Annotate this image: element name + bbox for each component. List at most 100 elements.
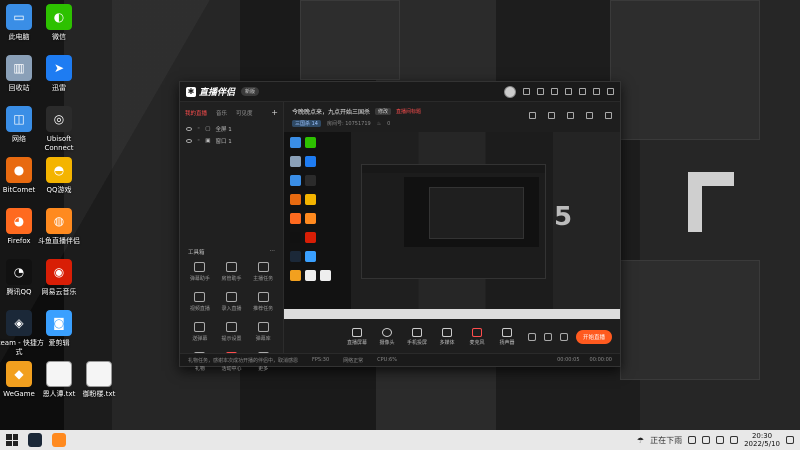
control-camera[interactable]: 摄像头 [372, 328, 402, 346]
eye-icon[interactable] [186, 139, 192, 143]
gift-icon[interactable] [548, 112, 555, 119]
tool-icon [257, 262, 269, 272]
stream-info-header: 今晚晚点来，九点开始三国杀 修改 直播间标题 三国杀 14 房间号: 10751… [284, 102, 620, 132]
toolbox-item[interactable]: 视频直播 [184, 292, 216, 312]
message-icon[interactable] [551, 88, 558, 95]
preview-app-icon [305, 270, 316, 281]
mic-icon [472, 328, 482, 337]
toolbox-item[interactable]: 送弹幕 [184, 322, 216, 342]
tool-icon [194, 322, 206, 332]
version-badge[interactable]: 新版 [241, 87, 260, 96]
douyu-taskbar-icon[interactable] [52, 433, 66, 447]
lock-icon[interactable]: ◦ [197, 126, 200, 132]
start-live-button[interactable]: 开始直播 [575, 330, 612, 344]
chevron-up-icon[interactable] [688, 436, 697, 444]
tool-label: 主播任务 [253, 276, 274, 282]
desktop-icon[interactable]: 御粉楼.txt [74, 361, 124, 399]
tool-label: 更多 [258, 366, 269, 372]
minimize-icon[interactable] [579, 88, 586, 95]
close-icon[interactable] [607, 88, 614, 95]
camera-icon [382, 328, 392, 337]
box-icon[interactable] [567, 112, 574, 119]
edit-title-button[interactable]: 修改 [375, 108, 392, 115]
weather-text[interactable]: 正在下雨 [650, 435, 682, 446]
weather-icon[interactable]: ☂ [637, 436, 644, 445]
clock[interactable]: 20:30 2022/5/10 [744, 432, 780, 448]
record-icon[interactable] [527, 333, 536, 341]
control-phone[interactable]: 手机投屏 [402, 328, 432, 346]
taskbar: ☂ 正在下雨 20:30 2022/5/10 [0, 430, 800, 450]
desktop-app-icon: ▭ [6, 4, 32, 30]
eye-icon[interactable] [186, 127, 192, 131]
tab-music[interactable]: 音乐 [216, 109, 227, 117]
toolbox-item[interactable]: 录入直播 [216, 292, 248, 312]
tool-label: 弹幕助手 [189, 276, 210, 282]
app-logo-icon: ✱ [186, 86, 196, 97]
preview-app-icon [305, 213, 316, 224]
toolbox-item[interactable]: 房管助手 [216, 262, 248, 282]
toolbox-item[interactable]: 主播任务 [247, 262, 279, 282]
maximize-icon[interactable] [593, 88, 600, 95]
desktop-icon-label: 网易云音乐 [41, 288, 77, 296]
tool-icon [225, 262, 237, 272]
desktop-app-icon: ● [6, 157, 32, 183]
preview-app-icon [290, 156, 301, 167]
settings-icon[interactable] [559, 333, 568, 341]
control-mic[interactable]: 麦克风 [462, 328, 492, 346]
avatar[interactable] [504, 85, 516, 98]
share-icon[interactable] [529, 112, 536, 119]
input-method-icon[interactable] [730, 436, 739, 444]
network-icon[interactable] [702, 436, 711, 444]
room-id: 房间号: 10751719 [326, 121, 371, 127]
bell-icon[interactable] [586, 112, 593, 119]
desktop-icon[interactable]: ◉ 网易云音乐 [34, 259, 84, 297]
settings-icon[interactable] [565, 88, 572, 95]
toolbox-item[interactable]: 推荐任务 [247, 292, 279, 312]
link-icon[interactable] [605, 112, 612, 119]
more-icon[interactable]: ⋯ [270, 248, 276, 256]
notification-icon[interactable] [786, 436, 794, 444]
stream-preview[interactable]: 5 [284, 132, 620, 319]
control-bar: 直播屏幕 摄像头 手机投屏 多媒体 麦克风 扬声器 开始直播 [284, 319, 620, 355]
stream-title[interactable]: 今晚晚点来，九点开始三国杀 [292, 107, 370, 116]
clock-date: 2022/5/10 [744, 440, 780, 448]
desktop-icon[interactable]: ◎ Ubisoft Connect [34, 106, 84, 153]
control-screen[interactable]: 直播屏幕 [342, 328, 372, 346]
app-titlebar[interactable]: ✱ 直播伴侣 新版 [180, 82, 620, 102]
desktop-icon[interactable]: ◙ 爱剪辑 [34, 310, 84, 348]
desktop-icon[interactable]: ◍ 斗鱼直播伴侣 [34, 208, 84, 246]
desktop-icon[interactable]: ◓ QQ游戏 [34, 157, 84, 195]
toolbox-item[interactable]: 弹幕库 [247, 322, 279, 342]
preview-app-icon [290, 270, 301, 281]
eye-icon[interactable] [543, 333, 552, 341]
control-speaker[interactable]: 扬声器 [492, 328, 522, 346]
desktop-app-icon: ➤ [46, 55, 72, 81]
tool-icon [257, 322, 269, 332]
category-badge[interactable]: 三国杀 14 [292, 120, 321, 127]
windows-start-icon[interactable] [6, 434, 18, 446]
lock-icon[interactable]: ◦ [197, 138, 200, 144]
toolbox-item[interactable]: 弹幕助手 [184, 262, 216, 282]
desktop-app-icon: ◉ [46, 259, 72, 285]
preview-app-icon [305, 156, 316, 167]
desktop-icon[interactable]: ➤ 迅雷 [34, 55, 84, 93]
desktop-icon[interactable]: ◐ 微信 [34, 4, 84, 42]
preview-app-icon [305, 175, 316, 186]
add-source-icon[interactable]: + [271, 108, 278, 117]
source-item[interactable]: ◦ ▣ 窗口 1 [180, 135, 283, 147]
live-streaming-app-window[interactable]: ✱ 直播伴侣 新版 我的直播 音乐 可见度 + ◦ ▢ 全屏 1 ◦ ▣ 窗口 … [179, 81, 621, 372]
mail-icon[interactable] [523, 88, 530, 95]
control-media[interactable]: 多媒体 [432, 328, 462, 346]
live-duration: 00:00:05 [557, 357, 580, 363]
toolbox-item[interactable]: 提示设置 [216, 322, 248, 342]
preview-taskbar [284, 309, 620, 319]
volume-icon[interactable] [716, 436, 725, 444]
steam-taskbar-icon[interactable] [28, 433, 42, 447]
fullscreen-source-icon: ▢ [205, 126, 211, 132]
chat-icon[interactable] [537, 88, 544, 95]
media-icon [442, 328, 452, 337]
tab-my-live[interactable]: 我的直播 [185, 109, 207, 117]
hot-icon: ♨ [376, 120, 382, 127]
source-item[interactable]: ◦ ▢ 全屏 1 [180, 123, 283, 135]
tab-visibility[interactable]: 可见度 [236, 109, 253, 117]
